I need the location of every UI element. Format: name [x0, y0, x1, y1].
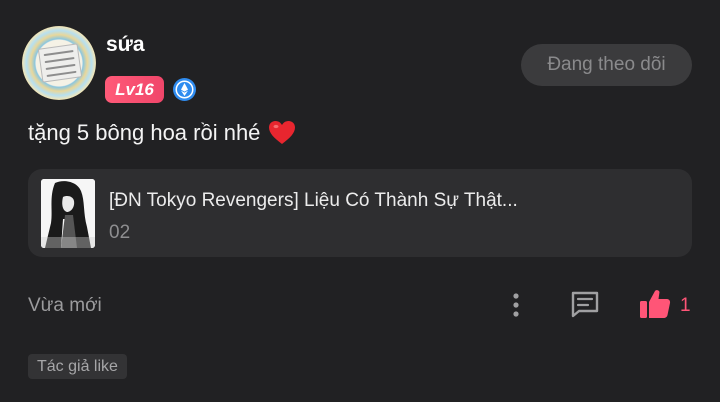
comment-body: tặng 5 bông hoa rồi nhé	[28, 120, 296, 146]
story-card[interactable]: [ĐN Tokyo Revengers] Liệu Có Thành Sự Th…	[28, 169, 692, 257]
heart-icon	[269, 121, 296, 144]
comment-text: tặng 5 bông hoa rồi nhé	[28, 120, 261, 145]
author-liked-tag: Tác giả like	[28, 354, 127, 379]
username[interactable]: sứa	[106, 33, 145, 57]
level-badge: Lv16	[105, 76, 164, 103]
more-options-icon[interactable]	[503, 290, 529, 320]
avatar[interactable]	[22, 26, 96, 100]
like-count: 1	[680, 295, 691, 316]
story-cover-image	[41, 179, 95, 248]
story-title[interactable]: [ĐN Tokyo Revengers] Liệu Có Thành Sự Th…	[109, 190, 518, 212]
comment-timestamp: Vừa mới	[28, 295, 102, 316]
verified-badge-icon	[173, 78, 196, 101]
avatar-image	[37, 43, 83, 83]
story-chapter: 02	[109, 222, 131, 243]
reply-icon[interactable]	[569, 289, 601, 319]
like-icon[interactable]	[638, 288, 672, 320]
following-button[interactable]: Đang theo dõi	[521, 44, 692, 86]
